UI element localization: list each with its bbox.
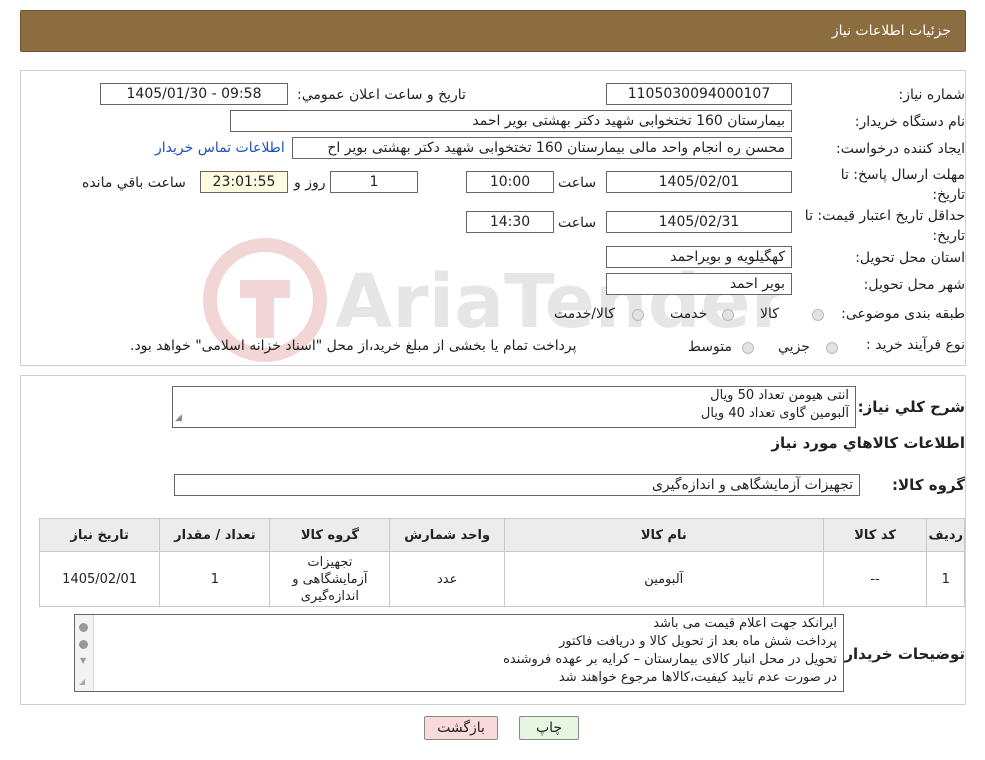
col-header-item-code: کد کالا — [822, 518, 928, 552]
scroll-down-icon[interactable]: ▼ — [80, 657, 86, 665]
table-header-row: رديف کد کالا نام کالا واحد شمارش گروه کا… — [38, 518, 965, 552]
announce-field[interactable]: 1405/01/30 - 09:58 — [100, 83, 288, 105]
process-option-small-label: جزيي — [778, 339, 810, 355]
summary-line: آلبومین گاوی تعداد 40 ویال — [700, 406, 849, 421]
summary-line: انتی هیومن تعداد 50 ویال — [710, 388, 849, 403]
creator-label: ايجاد کننده درخواست: — [836, 141, 965, 157]
col-header-unit: واحد شمارش — [389, 518, 505, 552]
deadline-time-label: ساعت — [558, 175, 597, 191]
province-label: استان محل تحويل: — [855, 250, 965, 266]
category-option-both-label: کالا/خدمت — [554, 306, 615, 322]
creator-field[interactable]: محسن ره انجام واحد مالی بیمارستان 160 تخ… — [292, 137, 792, 159]
process-option-medium-label: متوسط — [688, 339, 732, 355]
col-header-row-number: رديف — [926, 518, 965, 552]
resize-grip-icon[interactable]: ◢ — [79, 678, 85, 686]
buyer-field[interactable]: بیمارستان 160 تختخوابی شهید دکتر بهشتی ب… — [230, 110, 792, 132]
category-label: طبقه بندی موضوعی: — [841, 306, 965, 322]
cell-need-date: 1405/02/01 — [38, 551, 161, 607]
buyer-label: نام دستگاه خريدار: — [854, 114, 965, 130]
cell-quantity: 1 — [159, 551, 271, 607]
city-label: شهر محل تحويل: — [863, 277, 965, 293]
note-line: تحویل در محل انبار کالای بیمارستان – کرا… — [503, 652, 837, 667]
summary-textarea[interactable]: انتی هیومن تعداد 50 ویال آلبومین گاوی تع… — [172, 386, 856, 428]
group-label: گروه کالا: — [892, 476, 965, 494]
process-note: پرداخت تمام يا بخشی از مبلغ خريد،از محل … — [130, 338, 577, 354]
col-header-item-name: نام کالا — [503, 518, 824, 552]
cell-row-number: 1 — [926, 551, 965, 607]
resize-handle-icon[interactable]: ◢ — [175, 409, 182, 427]
note-line: در صورت عدم تایید کیفیت،کالاها مرجوع خوا… — [558, 670, 837, 685]
contact-link[interactable]: اطلاعات تماس خريدار — [155, 140, 285, 156]
process-option-medium-radio[interactable] — [742, 342, 754, 354]
items-table: رديف کد کالا نام کالا واحد شمارش گروه کا… — [38, 518, 965, 607]
table-row: 1 -- آلبومین عدد تجهيزات آزمايشگاهی و ان… — [38, 551, 965, 607]
announce-label: تاریخ و ساعت اعلان عمومي: — [297, 87, 466, 103]
back-button[interactable]: بازگشت — [424, 716, 498, 740]
need-number-label: شماره نیاز: — [898, 87, 966, 103]
scroll-up-icon[interactable] — [79, 623, 88, 632]
note-line: ایرانکد جهت اعلام قیمت می باشد — [653, 616, 837, 631]
notes-label: توضيحات خريدار: — [838, 645, 965, 663]
summary-label: شرح کلي نياز: — [857, 398, 965, 416]
note-line: پرداخت شش ماه بعد از تحویل کالا و دریافت… — [559, 634, 837, 649]
col-header-quantity: تعداد / مقدار — [159, 518, 271, 552]
cell-unit: عدد — [389, 551, 505, 607]
validity-time-label: ساعت — [558, 215, 597, 231]
items-section-title: اطلاعات کالاهاي مورد نياز — [771, 434, 965, 452]
deadline-time-field[interactable]: 10:00 — [466, 171, 554, 193]
group-field[interactable]: تجهيزات آزمايشگاهی و اندازه‌گيری — [174, 474, 860, 496]
validity-date-field[interactable]: 1405/02/31 — [606, 211, 792, 233]
deadline-label: مهلت ارسال پاسخ: تا تاریخ: — [840, 167, 965, 203]
city-field[interactable]: بویر احمد — [606, 273, 792, 295]
col-header-group: گروه کالا — [269, 518, 391, 552]
category-option-service-radio[interactable] — [722, 309, 734, 321]
remaining-label: ساعت باقي مانده — [82, 175, 186, 191]
notes-textarea[interactable]: ایرانکد جهت اعلام قیمت می باشد پرداخت شش… — [74, 614, 844, 692]
cell-group: تجهيزات آزمايشگاهی و اندازه‌گيری — [269, 551, 391, 607]
validity-label: حداقل تاريخ اعتبار قيمت: تا تاریخ: — [804, 208, 965, 244]
notes-scrollbar[interactable]: ▼ ◢ — [75, 615, 94, 691]
process-option-small-radio[interactable] — [826, 342, 838, 354]
category-option-service-label: خدمت — [670, 306, 708, 322]
days-field[interactable]: 1 — [330, 171, 418, 193]
validity-time-field[interactable]: 14:30 — [466, 211, 554, 233]
cell-item-name: آلبومین — [503, 551, 824, 607]
col-header-need-date: تاريخ نياز — [38, 518, 161, 552]
deadline-date-field[interactable]: 1405/02/01 — [606, 171, 792, 193]
days-label: روز و — [294, 175, 326, 191]
category-option-goods-label: کالا — [760, 306, 779, 322]
cell-item-code: -- — [822, 551, 928, 607]
category-option-both-radio[interactable] — [632, 309, 644, 321]
print-button[interactable]: چاپ — [519, 716, 579, 740]
page-header: جزئیات اطلاعات نیاز — [20, 10, 966, 52]
page-title: جزئیات اطلاعات نیاز — [831, 23, 951, 39]
category-option-goods-radio[interactable] — [812, 309, 824, 321]
remaining-time-field: 23:01:55 — [200, 171, 288, 193]
scroll-thumb-icon[interactable] — [79, 640, 88, 649]
need-number-field[interactable]: 1105030094000107 — [606, 83, 792, 105]
province-field[interactable]: کهگیلویه و بویراحمد — [606, 246, 792, 268]
process-label: نوع فرآيند خريد : — [866, 337, 965, 353]
